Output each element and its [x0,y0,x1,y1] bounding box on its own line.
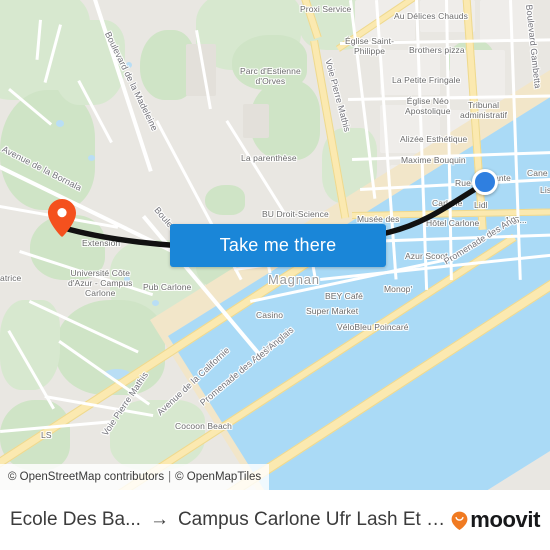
moovit-map-screen: Proxi Service Au Délices Chauds Église Sai… [0,0,550,550]
map-canvas[interactable]: Proxi Service Au Délices Chauds Église Sai… [0,0,550,490]
moovit-pin-icon [451,511,468,530]
trip-summary[interactable]: Ecole Des Ba... → Campus Carlone Ufr Las… [10,509,445,531]
take-me-there-button[interactable]: Take me there [170,224,386,267]
map-attribution: © OpenStreetMap contributors | © OpenMap… [0,464,270,490]
attribution-tiles[interactable]: © OpenMapTiles [175,471,261,483]
trip-footer: Ecole Des Ba... → Campus Carlone Ufr Las… [0,490,550,550]
moovit-logo[interactable]: moovit [451,507,540,533]
trip-origin-label: Ecole Des Ba... [10,509,141,530]
arrow-right-icon: → [149,509,169,530]
moovit-wordmark: moovit [470,507,540,532]
attribution-osm[interactable]: © OpenStreetMap contributors [8,471,164,483]
trip-destination-label: Campus Carlone Ufr Lash Et Ufr Es... [177,509,446,530]
attribution-separator: | [168,471,172,483]
origin-pin-icon[interactable] [47,198,77,238]
destination-dot[interactable] [472,169,498,195]
